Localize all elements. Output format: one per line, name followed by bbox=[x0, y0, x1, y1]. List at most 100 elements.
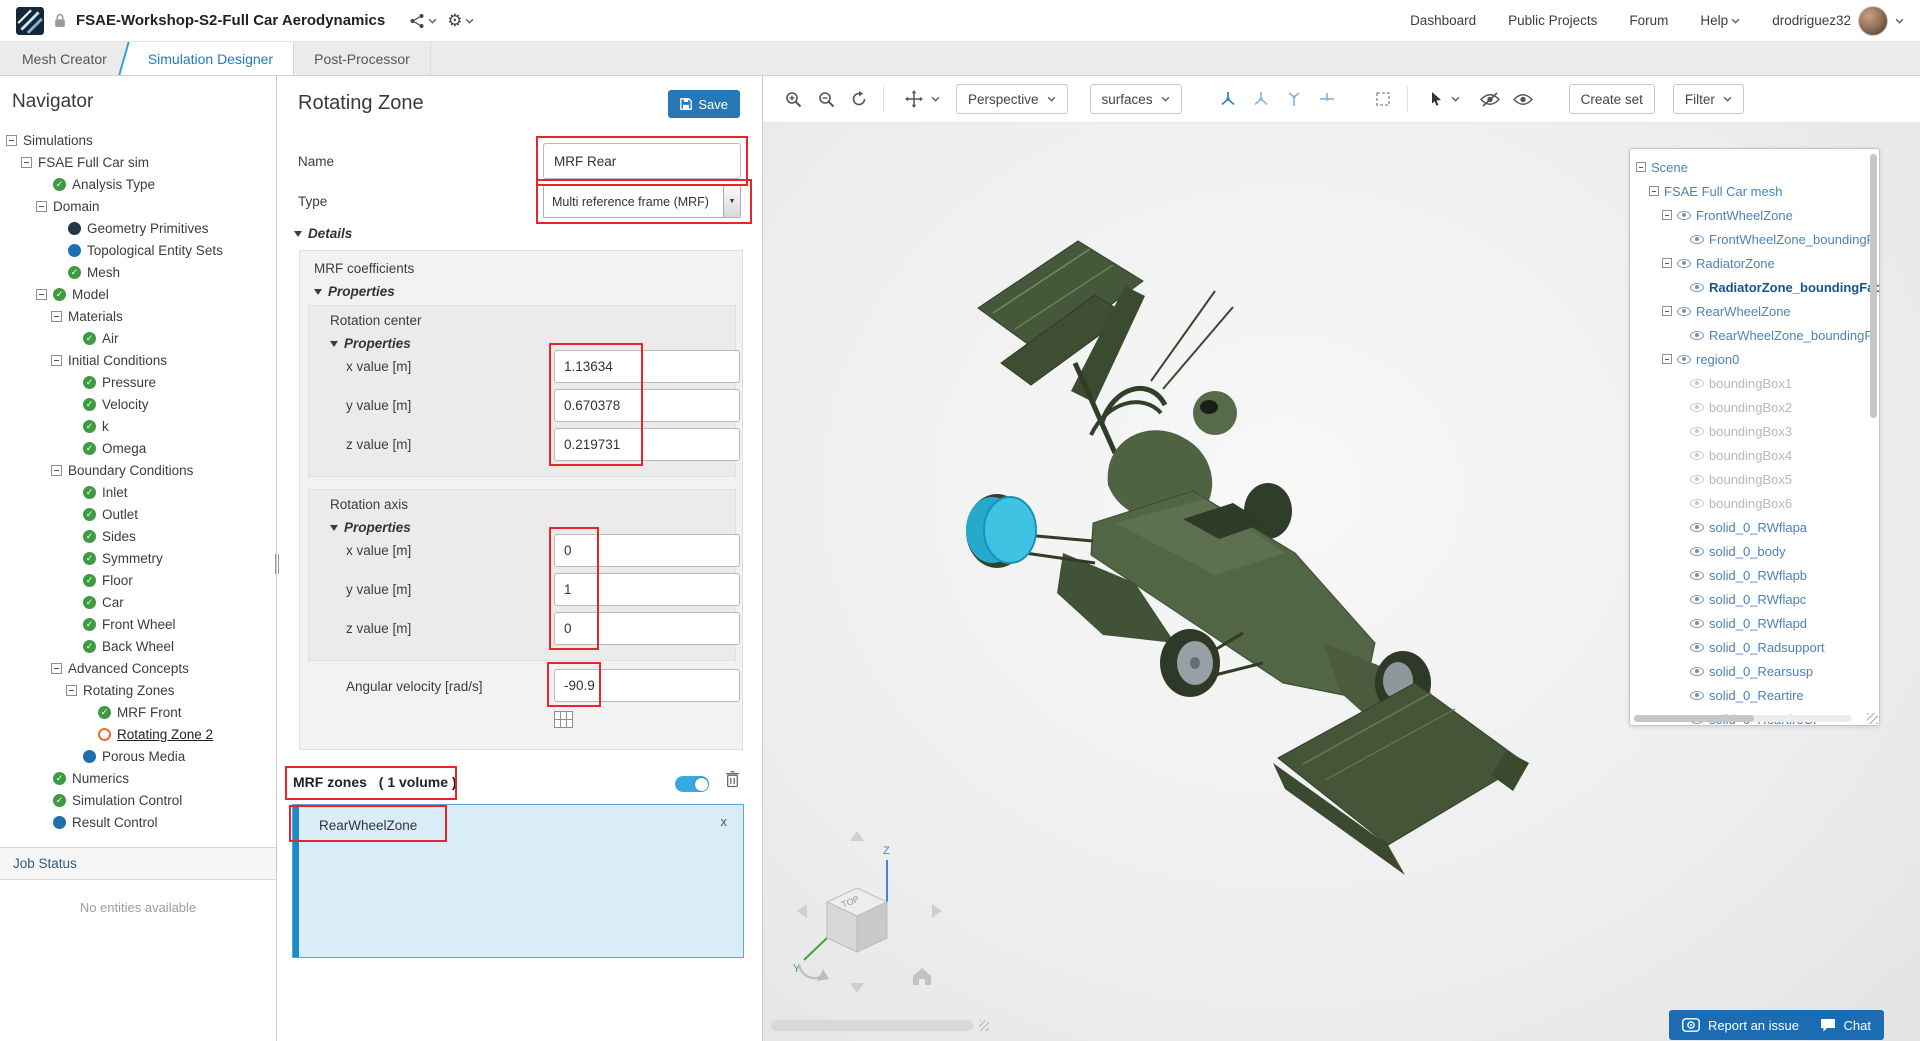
scene-tree-item-frontwheelzone[interactable]: FrontWheelZone bbox=[1630, 203, 1879, 227]
navigator-item-materials[interactable]: Materials bbox=[0, 305, 276, 327]
select-arrow-icon[interactable]: ▼ bbox=[723, 186, 740, 217]
viewport-canvas[interactable]: Z Y TOP Scene FSAE Full Car mesh FrontWhee… bbox=[763, 122, 1920, 1041]
collapse-icon[interactable] bbox=[1662, 354, 1672, 364]
navigator-item-front-wheel[interactable]: ✓ Front Wheel bbox=[0, 613, 276, 635]
scene-tree-item-solid-0-rwflapd[interactable]: solid_0_RWflapd bbox=[1630, 611, 1879, 635]
scene-tree-item-radiatorzone[interactable]: RadiatorZone bbox=[1630, 251, 1879, 275]
mrf-zones-toggle[interactable] bbox=[675, 776, 709, 792]
zoom-in-button[interactable] bbox=[779, 85, 807, 113]
visibility-eye-icon[interactable] bbox=[1690, 522, 1704, 532]
visibility-eye-icon[interactable] bbox=[1690, 234, 1704, 244]
collapse-icon[interactable] bbox=[51, 310, 62, 322]
scrollbar-thumb[interactable] bbox=[1634, 715, 1754, 722]
report-issue-button[interactable]: Report an issue bbox=[1668, 1010, 1812, 1040]
zone-item-rearwheelzone[interactable]: RearWheelZone bbox=[319, 818, 417, 833]
visibility-eye-icon[interactable] bbox=[1677, 306, 1691, 316]
viewport-horizontal-scrollbar[interactable] bbox=[771, 1020, 973, 1031]
move-tool-button[interactable] bbox=[894, 84, 951, 114]
project-settings-button[interactable]: ⚙ bbox=[447, 12, 474, 29]
visibility-eye-icon[interactable] bbox=[1690, 618, 1704, 628]
visibility-eye-icon[interactable] bbox=[1690, 402, 1704, 412]
nav-public-projects[interactable]: Public Projects bbox=[1508, 13, 1597, 28]
scene-tree-item-boundingbox5[interactable]: boundingBox5 bbox=[1630, 467, 1879, 491]
navigator-item-sides[interactable]: ✓ Sides bbox=[0, 525, 276, 547]
panel-resize-handle[interactable] bbox=[273, 554, 280, 574]
navigator-item-advanced-concepts[interactable]: Advanced Concepts bbox=[0, 657, 276, 679]
collapse-icon[interactable] bbox=[1636, 162, 1646, 172]
scene-tree-item-solid-0-rwflapb[interactable]: solid_0_RWflapb bbox=[1630, 563, 1879, 587]
collapse-icon[interactable] bbox=[51, 354, 62, 366]
reset-view-button[interactable] bbox=[845, 85, 873, 113]
navigator-item-k[interactable]: ✓ k bbox=[0, 415, 276, 437]
chat-button[interactable]: Chat bbox=[1806, 1010, 1884, 1040]
scene-tree-item-solid-0-rearsusp[interactable]: solid_0_Rearsusp bbox=[1630, 659, 1879, 683]
tab-post-processor[interactable]: Post-Processor bbox=[294, 42, 431, 75]
axis-z-input[interactable] bbox=[554, 612, 740, 645]
navigator-item-mrf-front[interactable]: ✓ MRF Front bbox=[0, 701, 276, 723]
tab-mesh-creator[interactable]: Mesh Creator bbox=[2, 42, 128, 75]
navigator-item-model[interactable]: ✓ Model bbox=[0, 283, 276, 305]
name-input[interactable] bbox=[543, 143, 741, 179]
box-select-button[interactable] bbox=[1369, 85, 1397, 113]
navigator-item-outlet[interactable]: ✓ Outlet bbox=[0, 503, 276, 525]
navigator-item-omega[interactable]: ✓ Omega bbox=[0, 437, 276, 459]
scene-tree-resize-grip[interactable] bbox=[1867, 713, 1878, 724]
navigator-item-fsae-full-car-sim[interactable]: FSAE Full Car sim bbox=[0, 151, 276, 173]
navigator-item-rotating-zones[interactable]: Rotating Zones bbox=[0, 679, 276, 701]
center-z-input[interactable] bbox=[554, 428, 740, 461]
scene-tree-item-region0[interactable]: region0 bbox=[1630, 347, 1879, 371]
navigator-item-domain[interactable]: Domain bbox=[0, 195, 276, 217]
scene-tree-item-frontwheelzone-boundingf[interactable]: FrontWheelZone_boundingF bbox=[1630, 227, 1879, 251]
visibility-eye-icon[interactable] bbox=[1690, 570, 1704, 580]
visibility-eye-icon[interactable] bbox=[1677, 210, 1691, 220]
render-mode-dropdown[interactable]: surfaces bbox=[1089, 84, 1182, 114]
navigator-item-topological-entity-sets[interactable]: Topological Entity Sets bbox=[0, 239, 276, 261]
scene-tree-vertical-scrollbar[interactable] bbox=[1870, 154, 1877, 418]
share-button[interactable] bbox=[409, 13, 437, 29]
visibility-eye-icon[interactable] bbox=[1677, 354, 1691, 364]
scene-tree-horizontal-scrollbar[interactable] bbox=[1634, 715, 1852, 722]
projection-dropdown[interactable]: Perspective bbox=[956, 84, 1068, 114]
hide-selection-button[interactable] bbox=[1476, 85, 1504, 113]
navigator-item-analysis-type[interactable]: ✓ Analysis Type bbox=[0, 173, 276, 195]
center-x-input[interactable] bbox=[554, 350, 740, 383]
scene-tree-item-boundingbox3[interactable]: boundingBox3 bbox=[1630, 419, 1879, 443]
collapse-icon[interactable] bbox=[1662, 258, 1672, 268]
visibility-eye-icon[interactable] bbox=[1690, 594, 1704, 604]
show-all-button[interactable] bbox=[1509, 85, 1537, 113]
remove-zone-button[interactable]: x bbox=[721, 814, 728, 829]
visibility-eye-icon[interactable] bbox=[1690, 690, 1704, 700]
navigator-item-inlet[interactable]: ✓ Inlet bbox=[0, 481, 276, 503]
table-input-icon[interactable] bbox=[554, 711, 573, 728]
visibility-eye-icon[interactable] bbox=[1690, 498, 1704, 508]
navigator-item-rotating-zone-2[interactable]: Rotating Zone 2 bbox=[0, 723, 276, 745]
type-select[interactable]: Multi reference frame (MRF) ▼ bbox=[543, 185, 741, 218]
nav-forum[interactable]: Forum bbox=[1629, 13, 1668, 28]
scene-tree-item-solid-0-rwflapc[interactable]: solid_0_RWflapc bbox=[1630, 587, 1879, 611]
navigator-item-geometry-primitives[interactable]: Geometry Primitives bbox=[0, 217, 276, 239]
scene-tree-item-solid-0-radsupport[interactable]: solid_0_Radsupport bbox=[1630, 635, 1879, 659]
collapse-icon[interactable] bbox=[21, 156, 32, 168]
collapse-icon[interactable] bbox=[66, 684, 77, 696]
navigator-item-mesh[interactable]: ✓ Mesh bbox=[0, 261, 276, 283]
scene-tree-item-boundingbox1[interactable]: boundingBox1 bbox=[1630, 371, 1879, 395]
navigator-item-air[interactable]: ✓ Air bbox=[0, 327, 276, 349]
filter-dropdown[interactable]: Filter bbox=[1672, 84, 1744, 114]
navigator-item-simulation-control[interactable]: ✓ Simulation Control bbox=[0, 789, 276, 811]
properties-header-1[interactable]: Properties bbox=[314, 284, 395, 299]
collapse-icon[interactable] bbox=[51, 662, 62, 674]
collapse-icon[interactable] bbox=[1662, 210, 1672, 220]
delete-zone-button[interactable] bbox=[723, 770, 741, 791]
scene-tree-item-solid-0-rwflapa[interactable]: solid_0_RWflapa bbox=[1630, 515, 1879, 539]
axis-view-tool-2[interactable] bbox=[1247, 85, 1275, 113]
visibility-eye-icon[interactable] bbox=[1690, 666, 1704, 676]
mrf-zones-selection-box[interactable]: RearWheelZone x bbox=[292, 804, 744, 958]
user-menu[interactable]: drodriguez32 bbox=[1772, 5, 1904, 36]
navigator-item-car[interactable]: ✓ Car bbox=[0, 591, 276, 613]
collapse-icon[interactable] bbox=[6, 134, 17, 146]
axis-y-input[interactable] bbox=[554, 573, 740, 606]
scene-tree-item-fsae-full-car-mesh[interactable]: FSAE Full Car mesh bbox=[1630, 179, 1879, 203]
simscale-logo-icon[interactable] bbox=[16, 6, 44, 35]
collapse-icon[interactable] bbox=[36, 288, 47, 300]
navigator-item-numerics[interactable]: ✓ Numerics bbox=[0, 767, 276, 789]
